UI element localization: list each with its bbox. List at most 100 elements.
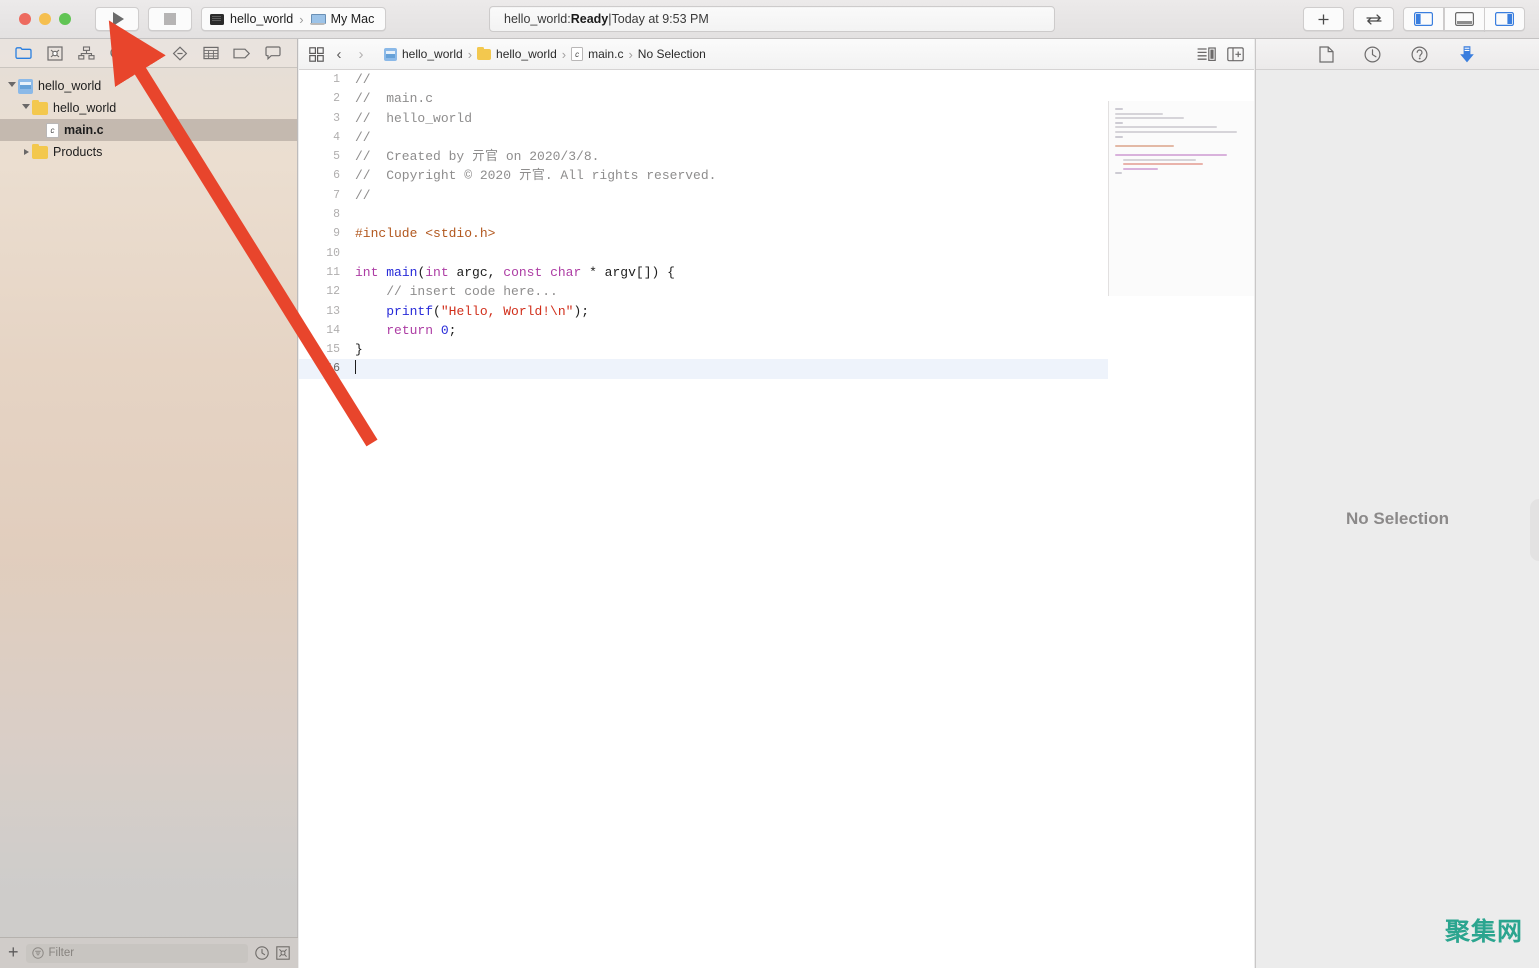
file-inspector-tab[interactable] — [1319, 46, 1334, 63]
quick-help-inspector-tab[interactable] — [1411, 46, 1428, 63]
disclosure-triangle-icon[interactable] — [20, 146, 32, 158]
code-token: // — [355, 188, 371, 203]
breadcrumb-label: No Selection — [638, 47, 706, 61]
forward-button[interactable]: › — [354, 46, 368, 63]
filter-input[interactable]: Filter — [26, 944, 248, 963]
tree-row-products[interactable]: Products — [0, 141, 297, 163]
scheme-separator: › — [299, 12, 303, 27]
symbol-navigator-tab[interactable] — [74, 43, 98, 63]
breakpoint-navigator-tab[interactable] — [230, 43, 254, 63]
project-navigator-tab[interactable] — [12, 43, 36, 63]
add-file-button[interactable]: + — [8, 952, 19, 955]
code-token: // hello_world — [355, 111, 472, 126]
line-number: 7 — [299, 186, 340, 205]
code-token: 0 — [441, 323, 449, 338]
play-icon — [113, 12, 124, 26]
tree-row-group[interactable]: hello_world — [0, 97, 297, 119]
toggle-debug-area-button[interactable] — [1444, 7, 1485, 31]
project-icon — [18, 79, 33, 94]
recent-files-filter-icon[interactable] — [255, 946, 269, 960]
scheme-selector[interactable]: hello_world › My Mac — [201, 7, 386, 31]
no-selection-label: No Selection — [1346, 509, 1449, 529]
code-token: int — [425, 265, 448, 280]
hierarchy-icon — [78, 46, 95, 61]
source-code-editor[interactable]: 1//2// main.c3// hello_world4//5// Creat… — [299, 70, 1254, 968]
tree-row-project[interactable]: hello_world — [0, 75, 297, 97]
line-number: 11 — [299, 263, 340, 282]
line-number: 1 — [299, 70, 340, 89]
code-token: #include <stdio.h> — [355, 226, 495, 241]
breadcrumb: hello_world › hello_world › c main.c › N… — [384, 47, 706, 62]
debug-navigator-tab[interactable] — [199, 43, 223, 63]
history-inspector-tab[interactable] — [1364, 46, 1381, 63]
scheme-destination-label: My Mac — [331, 12, 375, 26]
editor-options-icon[interactable] — [1197, 47, 1216, 62]
toggle-comparison-button[interactable] — [1353, 7, 1394, 31]
folder-icon — [32, 146, 48, 159]
source-control-filter-icon[interactable] — [276, 946, 290, 960]
run-button[interactable] — [95, 7, 139, 31]
jump-bar-right-buttons — [1197, 47, 1244, 62]
code-token: "Hello, World!\n" — [441, 304, 574, 319]
close-button[interactable] — [19, 13, 31, 25]
line-number: 3 — [299, 109, 340, 128]
breadcrumb-item-group[interactable]: hello_world — [477, 47, 557, 61]
editor-right-gutter — [1108, 296, 1254, 968]
navigator-filter-bar: + Filter — [0, 937, 298, 968]
mac-destination-icon — [310, 14, 325, 25]
disclosure-triangle-icon[interactable] — [6, 80, 18, 92]
issue-navigator-tab[interactable] — [136, 43, 160, 63]
tree-label: hello_world — [38, 79, 101, 93]
filter-icon — [32, 947, 44, 959]
breadcrumb-item-file[interactable]: c main.c — [571, 47, 623, 61]
line-number: 6 — [299, 166, 340, 185]
code-minimap[interactable] — [1108, 101, 1254, 296]
app-target-icon — [210, 14, 224, 25]
toggle-inspector-button[interactable] — [1484, 7, 1525, 31]
breadcrumb-item-project[interactable]: hello_world — [384, 47, 463, 61]
stop-button[interactable] — [148, 7, 192, 31]
tree-row-main-c[interactable]: c main.c — [0, 119, 297, 141]
line-number: 12 — [299, 282, 340, 301]
speech-bubble-icon — [265, 46, 281, 60]
watermark: 聚集网 — [1445, 912, 1523, 948]
test-navigator-tab[interactable] — [168, 43, 192, 63]
tree-label: Products — [53, 145, 102, 159]
code-token: return — [386, 323, 433, 338]
source-control-navigator-tab[interactable] — [43, 43, 67, 63]
c-file-icon: c — [46, 123, 59, 138]
search-icon — [109, 46, 125, 61]
code-token: } — [355, 342, 363, 357]
add-editor-icon[interactable] — [1227, 47, 1244, 62]
code-token: printf — [386, 304, 433, 319]
disclosure-spacer — [34, 124, 46, 136]
breadcrumb-label: hello_world — [496, 47, 557, 61]
line-number: 15 — [299, 340, 340, 359]
source-control-icon — [47, 46, 63, 61]
line-number: 10 — [299, 244, 340, 263]
report-navigator-tab[interactable] — [261, 43, 285, 63]
library-tab[interactable] — [1458, 45, 1476, 64]
folder-icon — [15, 46, 32, 60]
code-token — [355, 304, 386, 319]
inspector-empty-state: No Selection — [1256, 70, 1539, 968]
toggle-navigator-button[interactable] — [1403, 7, 1444, 31]
line-number: 4 — [299, 128, 340, 147]
find-navigator-tab[interactable] — [105, 43, 129, 63]
related-items-icon[interactable] — [309, 47, 324, 62]
breadcrumb-item-selection[interactable]: No Selection — [638, 47, 706, 61]
disclosure-triangle-icon[interactable] — [20, 102, 32, 114]
inspector-panel-icon — [1495, 12, 1514, 26]
tree-label: hello_world — [53, 101, 116, 115]
code-line[interactable]: 1// — [299, 70, 1254, 89]
code-token: // Created by 亓官 on 2020/3/8. — [355, 149, 599, 164]
minimize-button[interactable] — [39, 13, 51, 25]
activity-status-bar: hello_world: Ready | Today at 9:53 PM — [489, 6, 1055, 32]
status-time: Today at 9:53 PM — [612, 12, 709, 26]
add-editor-button[interactable] — [1303, 7, 1344, 31]
scheme-target-label: hello_world — [230, 12, 293, 26]
code-token: ); — [573, 304, 589, 319]
zoom-button[interactable] — [59, 13, 71, 25]
navigator-tab-bar — [0, 39, 297, 68]
back-button[interactable]: ‹ — [332, 46, 346, 63]
